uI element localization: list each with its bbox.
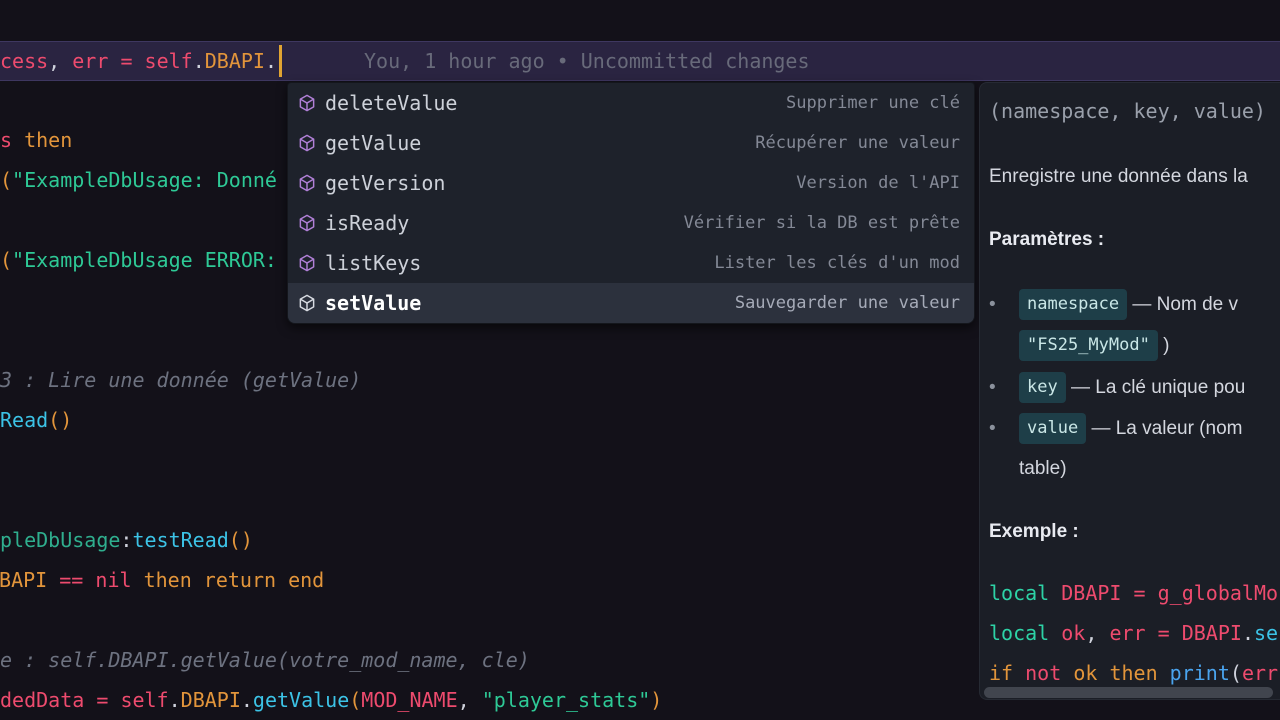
param-text: )	[1158, 335, 1170, 356]
example-code-line: local DBAPI = g_globalMo	[989, 579, 1278, 607]
param-name-chip: value	[1019, 413, 1086, 444]
suggestion-item[interactable]: getVersion Version de l'API	[288, 163, 974, 203]
param-example-chip: "FS25_MyMod"	[1019, 330, 1158, 361]
bullet-icon: •	[989, 374, 1019, 402]
text-cursor	[279, 45, 282, 77]
param-name-chip: namespace	[1019, 289, 1127, 320]
param-item: •value — La valeur (nom	[989, 413, 1242, 441]
bullet-icon: •	[989, 415, 1019, 443]
method-cube-icon	[298, 94, 316, 112]
method-cube-icon	[298, 294, 316, 312]
param-item-continuation: table)	[989, 455, 1067, 483]
suggestion-item[interactable]: getValue Récupérer une valeur	[288, 123, 974, 163]
code-line: pleDbUsage:testRead()	[0, 520, 253, 560]
code-line: Read()	[0, 400, 72, 440]
suggestion-label: listKeys	[325, 251, 421, 275]
suggestion-label: isReady	[325, 211, 409, 235]
suggestion-detail: Récupérer une valeur	[755, 133, 960, 153]
example-header: Exemple :	[989, 518, 1079, 546]
param-item: •key — La clé unique pou	[989, 372, 1245, 400]
code-line: s then	[0, 120, 72, 160]
suggestion-label: getValue	[325, 131, 421, 155]
example-code-line: if not ok then print(err	[989, 659, 1278, 687]
suggestion-detail: Version de l'API	[796, 173, 960, 193]
suggestion-item[interactable]: deleteValue Supprimer une clé	[288, 83, 974, 123]
param-name-chip: key	[1019, 372, 1066, 403]
param-text: — La clé unique pou	[1066, 377, 1246, 398]
params-header: Paramètres :	[989, 226, 1104, 254]
suggestion-label: setValue	[325, 291, 421, 315]
suggestion-detail: Lister les clés d'un mod	[714, 253, 960, 273]
current-line-code: cess, err = self.DBAPI.	[0, 41, 277, 81]
docs-horizontal-scrollbar[interactable]	[984, 687, 1273, 698]
code-line: ("ExampleDbUsage ERROR:	[0, 240, 277, 280]
code-line: DBAPI == nil then return end	[0, 560, 324, 600]
current-line-highlight: cess, err = self.DBAPI. You, 1 hour ago …	[0, 41, 1280, 81]
suggestion-detail: Vérifier si la DB est prête	[684, 213, 960, 233]
bullet-icon: •	[989, 291, 1019, 319]
git-blame-annotation: You, 1 hour ago • Uncommitted changes	[364, 41, 810, 81]
suggestion-docs-panel: (namespace, key, value) Enregistre une d…	[979, 82, 1280, 700]
param-text: — La valeur (nom	[1086, 418, 1242, 439]
code-editor: s then ("ExampleDbUsage: Donné ("Example…	[0, 0, 1280, 720]
code-line-comment: 3 : Lire une donnée (getValue)	[0, 360, 361, 400]
param-item: •namespace — Nom de v	[989, 289, 1238, 317]
code-line-comment: e : self.DBAPI.getValue(votre_mod_name, …	[0, 640, 530, 680]
code-line: dedData = self.DBAPI.getValue(MOD_NAME, …	[0, 680, 662, 720]
suggestion-detail: Sauvegarder une valeur	[735, 293, 960, 313]
suggestion-detail: Supprimer une clé	[786, 93, 960, 113]
suggestion-item[interactable]: isReady Vérifier si la DB est prête	[288, 203, 974, 243]
method-cube-icon	[298, 174, 316, 192]
method-cube-icon	[298, 214, 316, 232]
method-description: Enregistre une donnée dans la	[989, 163, 1248, 191]
param-text: — Nom de v	[1127, 294, 1238, 315]
suggestion-item[interactable]: setValue Sauvegarder une valeur	[288, 283, 974, 323]
example-code-line: local ok, err = DBAPI.se	[989, 619, 1278, 647]
suggestion-item[interactable]: listKeys Lister les clés d'un mod	[288, 243, 974, 283]
param-text: table)	[1019, 458, 1067, 479]
suggestions-list[interactable]: deleteValue Supprimer une clé getValue R…	[287, 82, 975, 324]
param-item-continuation: "FS25_MyMod" )	[989, 330, 1169, 358]
method-cube-icon	[298, 254, 316, 272]
method-signature: (namespace, key, value)	[989, 97, 1266, 125]
suggestion-label: getVersion	[325, 171, 445, 195]
code-line: ("ExampleDbUsage: Donné	[0, 160, 277, 200]
method-cube-icon	[298, 134, 316, 152]
suggestion-label: deleteValue	[325, 91, 457, 115]
